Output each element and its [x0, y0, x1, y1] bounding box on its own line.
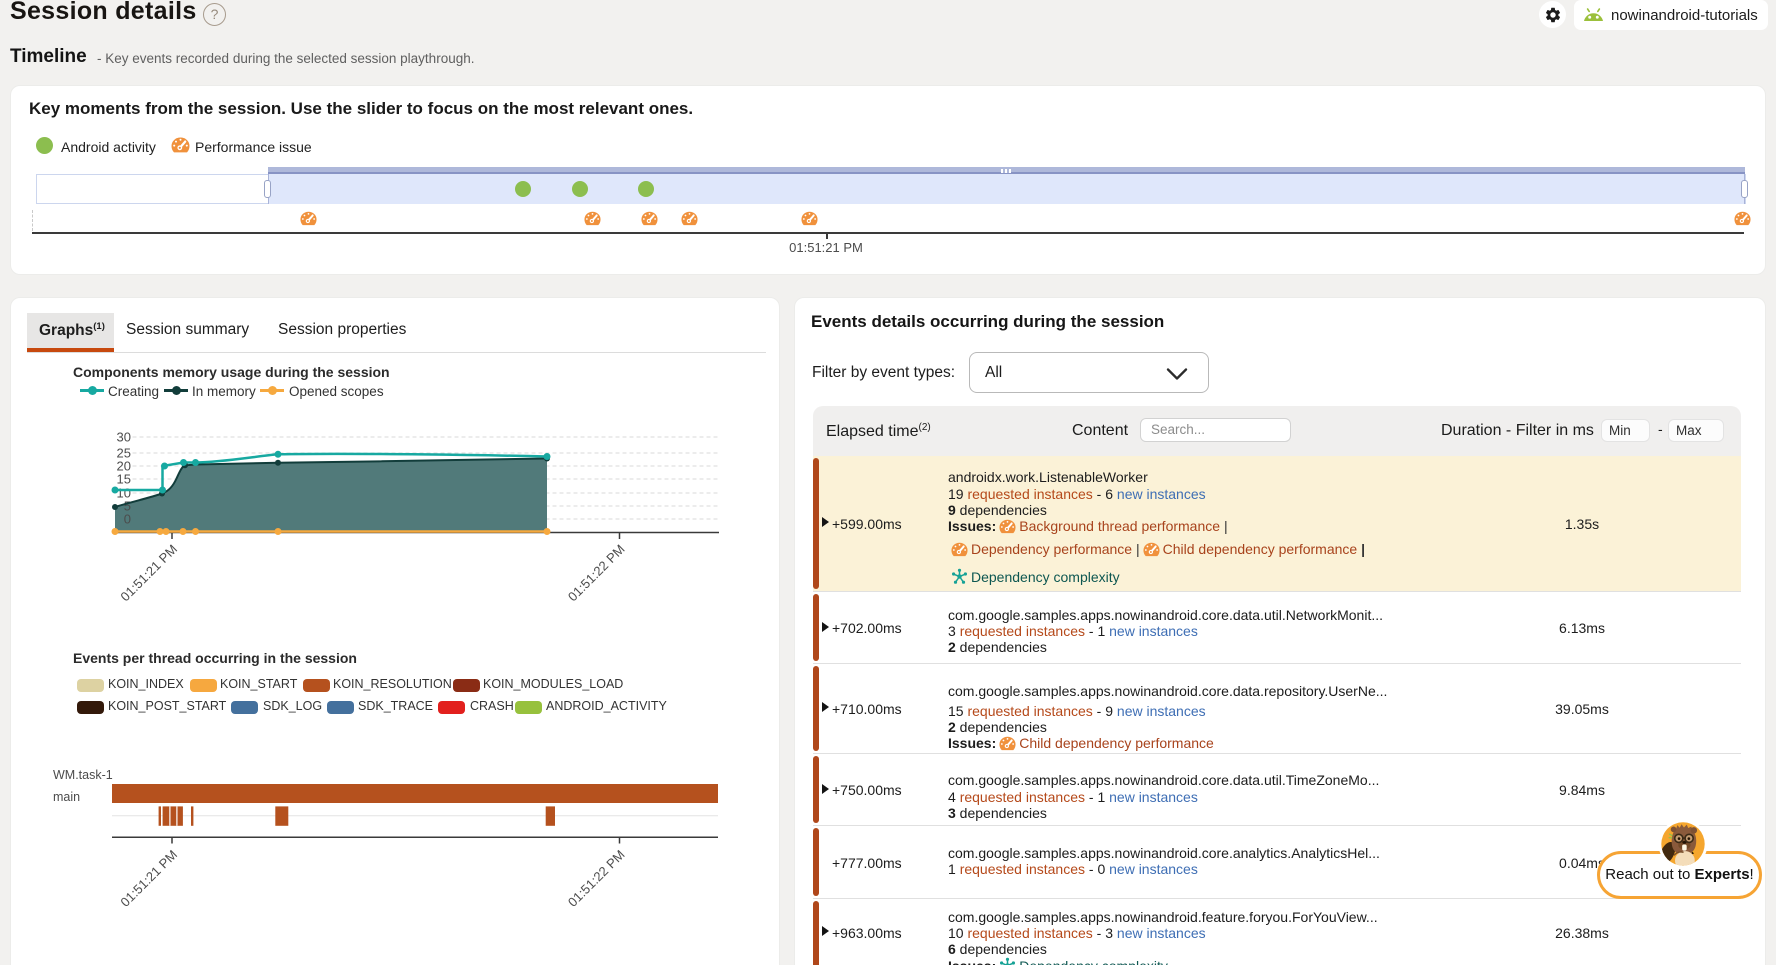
svg-text:01:51:22 PM: 01:51:22 PM: [565, 542, 628, 605]
svg-text:15: 15: [117, 472, 131, 487]
svg-text:01:51:21 PM: 01:51:21 PM: [117, 847, 180, 910]
svg-text:01:51:22 PM: 01:51:22 PM: [565, 847, 628, 910]
svg-text:0: 0: [124, 512, 131, 527]
svg-text:01:51:21 PM: 01:51:21 PM: [117, 542, 180, 605]
svg-text:30: 30: [117, 430, 131, 445]
